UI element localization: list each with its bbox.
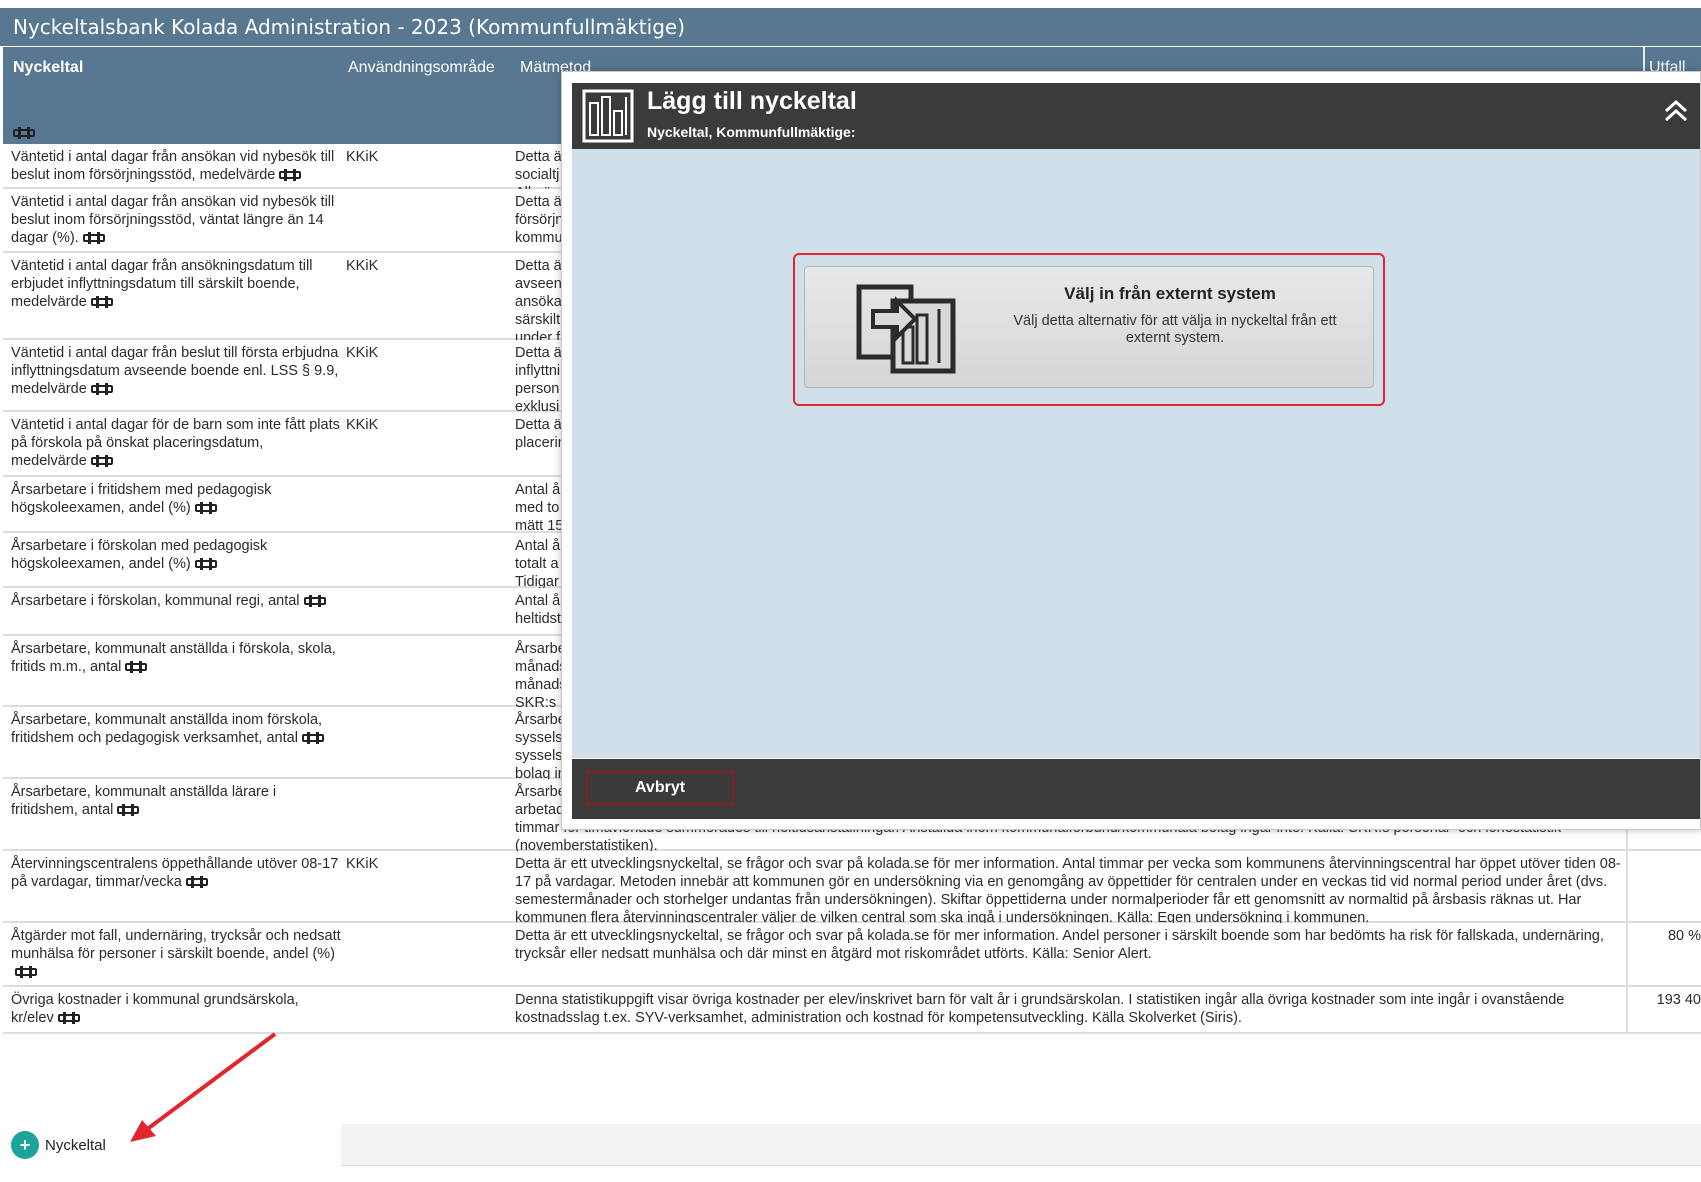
table-row[interactable]: Övriga kostnader i kommunal grundsärskol… (3, 987, 1701, 1034)
column-header-anvandningsomrade[interactable]: Användningsområde (348, 59, 495, 77)
table-row[interactable]: Åtgärder mot fall, undernäring, trycksår… (3, 923, 1701, 987)
column-header-nyckeltal[interactable]: Nyckeltal (13, 59, 83, 77)
external-system-option[interactable]: Välj in från externt system Välj detta a… (804, 266, 1374, 388)
nyckeltal-name-text: Åtgärder mot fall, undernäring, trycksår… (11, 928, 341, 962)
key-icon[interactable] (121, 659, 148, 675)
nyckeltal-name: Återvinningscentralens öppethållande utö… (11, 855, 341, 891)
annotation-arrow-icon (130, 1032, 277, 1142)
nyckeltal-name: Årsarbetare, kommunalt anställda inom fö… (11, 711, 341, 747)
key-icon[interactable] (191, 556, 217, 572)
anvandningsomrade-cell: KKiK (346, 856, 379, 872)
nyckeltal-name-text: Årsarbetare, kommunalt anställda lärare … (11, 784, 277, 818)
key-icon[interactable] (113, 802, 140, 818)
key-icon[interactable] (87, 294, 113, 310)
key-icon[interactable] (298, 730, 324, 746)
add-nyckeltal-label: Nyckeltal (45, 1136, 106, 1154)
dialog-body: Välj in från externt system Välj detta a… (572, 149, 1700, 758)
utfall-cell: 193 40 (1656, 992, 1701, 1008)
nyckeltal-name-text: Årsarbetare i förskolan med pedagogisk h… (11, 538, 268, 572)
nyckeltal-name-text: Årsarbetare i förskolan, kommunal regi, … (11, 593, 300, 609)
column-divider (1626, 851, 1628, 921)
external-import-icon (856, 284, 956, 374)
nyckeltal-name: Årsarbetare i fritidshem med pedagogisk … (11, 481, 341, 517)
plus-icon: + (11, 1131, 39, 1159)
nyckeltal-name-text: Återvinningscentralens öppethållande utö… (11, 856, 339, 890)
dialog-subtitle: Nyckeltal, Kommunfullmäktige: (647, 124, 856, 140)
nyckeltal-name: Väntetid i antal dagar från beslut till … (11, 344, 341, 398)
key-icon[interactable] (54, 1010, 80, 1026)
key-icon[interactable] (87, 381, 113, 397)
key-icon[interactable] (87, 453, 113, 469)
nyckeltal-name: Årsarbetare i förskolan, kommunal regi, … (11, 592, 341, 610)
anvandningsomrade-cell: KKiK (346, 149, 379, 165)
nyckeltal-name-text: Väntetid i antal dagar för de barn som i… (11, 417, 340, 469)
dialog-footer: Avbryt (572, 759, 1700, 819)
matmetod-cell: Detta är ett utvecklingsnyckeltal, se fr… (515, 856, 1621, 926)
nyckeltal-name: Åtgärder mot fall, undernäring, trycksår… (11, 927, 341, 981)
anvandningsomrade-cell: KKiK (346, 417, 379, 433)
nyckeltal-name-text: Årsarbetare i fritidshem med pedagogisk … (11, 482, 272, 516)
column-divider (1626, 987, 1628, 1032)
nyckeltal-name: Väntetid i antal dagar från ansökan vid … (11, 193, 341, 247)
utfall-cell: 80 % (1667, 928, 1701, 944)
nyckeltal-name: Övriga kostnader i kommunal grundsärskol… (11, 991, 341, 1027)
table-row[interactable]: Återvinningscentralens öppethållande utö… (3, 851, 1701, 926)
nyckeltal-name-text: Årsarbetare, kommunalt anställda i försk… (11, 641, 336, 675)
nyckeltal-name: Årsarbetare, kommunalt anställda i försk… (11, 640, 341, 676)
nyckeltal-name-text: Väntetid i antal dagar från beslut till … (11, 345, 339, 397)
nyckeltal-logo-icon (582, 89, 634, 143)
nyckeltal-name-text: Väntetid i antal dagar från ansökningsda… (11, 258, 313, 310)
dialog-title: Lägg till nyckeltal (647, 87, 857, 115)
key-icon[interactable] (300, 593, 326, 609)
key-icon (13, 127, 35, 139)
matmetod-cell: Detta är ett utvecklingsnyckeltal, se fr… (515, 928, 1604, 962)
cancel-button[interactable]: Avbryt (586, 771, 734, 805)
nyckeltal-name: Väntetid i antal dagar från ansökan vid … (11, 148, 341, 184)
nyckeltal-name: Väntetid i antal dagar för de barn som i… (11, 416, 341, 470)
nyckeltal-name-text: Årsarbetare, kommunalt anställda inom fö… (11, 712, 323, 746)
column-divider (1626, 923, 1628, 985)
matmetod-cell: Denna statistikuppgift visar övriga kost… (515, 992, 1565, 1026)
key-icon[interactable] (182, 874, 208, 890)
nyckeltal-name: Väntetid i antal dagar från ansökningsda… (11, 257, 341, 311)
nyckeltal-name-text: Väntetid i antal dagar från ansökan vid … (11, 194, 335, 246)
key-icon[interactable] (275, 167, 302, 183)
nyckeltal-name: Årsarbetare, kommunalt anställda lärare … (11, 783, 341, 819)
app-title: Nyckeltalsbank Kolada Administration - 2… (0, 8, 1701, 46)
key-icon[interactable] (191, 500, 217, 516)
option-description: Välj detta alternativ för att välja in n… (1013, 313, 1337, 346)
dialog-header: Lägg till nyckeltal Nyckeltal, Kommunful… (572, 83, 1700, 149)
anvandningsomrade-cell: KKiK (346, 258, 379, 274)
key-icon[interactable] (79, 230, 105, 246)
add-nyckeltal-dialog: Lägg till nyckeltal Nyckeltal, Kommunful… (561, 71, 1701, 830)
nyckeltal-name: Årsarbetare i förskolan med pedagogisk h… (11, 537, 341, 573)
anvandningsomrade-cell: KKiK (346, 345, 379, 361)
collapse-chevron-icon[interactable] (1662, 97, 1690, 125)
option-title: Välj in från externt system (1064, 284, 1276, 303)
key-icon[interactable] (11, 964, 37, 980)
